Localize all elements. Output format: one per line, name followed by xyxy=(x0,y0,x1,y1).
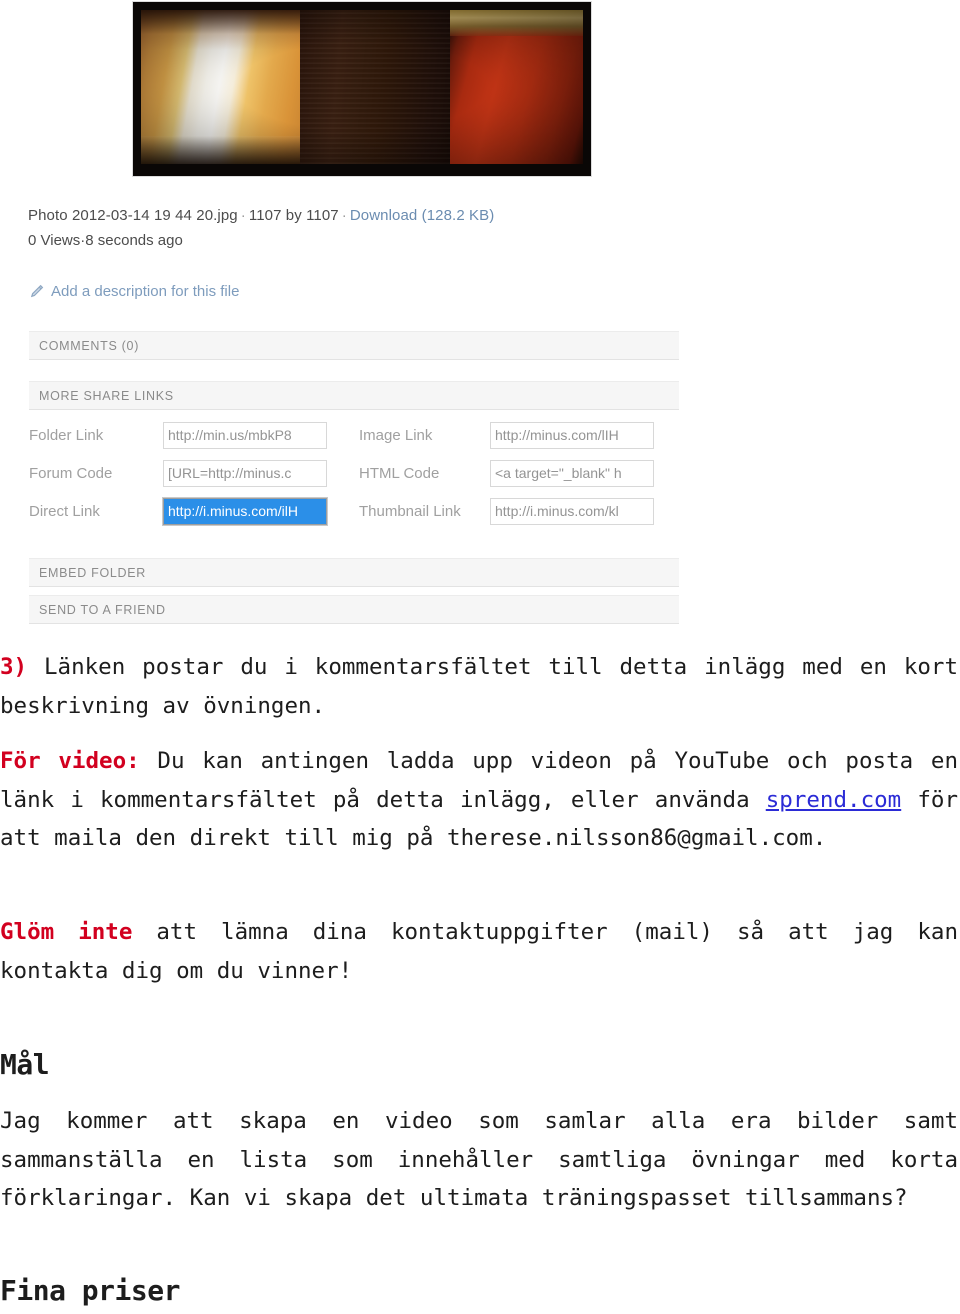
file-meta-line-1: Photo 2012-03-14 19 44 20.jpg · 1107 by 11… xyxy=(28,203,494,229)
forum-code-label: Forum Code xyxy=(29,464,113,482)
view-count: 0 Views xyxy=(28,232,81,249)
more-share-links-header[interactable]: MORE SHARE LINKS xyxy=(29,381,679,410)
for-video-lead: För video: xyxy=(0,748,140,774)
file-dimensions: 1107 by 1107 xyxy=(248,207,339,224)
share-cell-image-link: Image Link http://minus.com/lIH xyxy=(359,421,679,449)
html-code-label: HTML Code xyxy=(359,464,440,482)
folder-link-label: Folder Link xyxy=(29,426,104,444)
upload-time: 8 seconds ago xyxy=(85,232,183,249)
heading-mal: Mål xyxy=(0,1048,50,1081)
meta-separator: · xyxy=(341,207,347,224)
forum-code-input[interactable]: [URL=http://minus.c xyxy=(163,459,327,487)
pencil-icon xyxy=(29,284,44,299)
share-cell-forum-code: Forum Code [URL=http://minus.c xyxy=(29,459,359,487)
embed-folder-label: EMBED FOLDER xyxy=(39,565,147,580)
embed-folder-header[interactable]: EMBED FOLDER xyxy=(29,558,679,587)
comments-header-label: COMMENTS (0) xyxy=(39,338,140,353)
folder-link-input[interactable]: http://min.us/mbkP8 xyxy=(163,421,327,449)
heading-fina-priser: Fina priser xyxy=(0,1274,180,1307)
share-row: Folder Link http://min.us/mbkP8 Image Li… xyxy=(29,416,679,454)
glom-inte-lead: Glöm inte xyxy=(0,919,133,945)
uploaded-photo-preview[interactable] xyxy=(133,2,591,176)
glom-inte-text: att lämna dina kontaktuppgifter (mail) s… xyxy=(0,919,958,984)
add-description-row[interactable]: Add a description for this file xyxy=(29,283,239,300)
paragraph-for-video: För video: Du kan antingen ladda upp vid… xyxy=(0,742,958,858)
direct-link-input[interactable]: http://i.minus.com/ilH xyxy=(162,496,328,526)
share-links-grid: Folder Link http://min.us/mbkP8 Image Li… xyxy=(29,416,679,530)
share-cell-folder-link: Folder Link http://min.us/mbkP8 xyxy=(29,421,359,449)
more-share-links-label: MORE SHARE LINKS xyxy=(39,388,174,403)
image-link-label: Image Link xyxy=(359,426,433,444)
download-link[interactable]: Download (128.2 KB) xyxy=(350,207,494,224)
step-3-text: Länken postar du i kommentarsfältet till… xyxy=(0,654,958,719)
paragraph-glom-inte: Glöm inte att lämna dina kontaktuppgifte… xyxy=(0,913,958,990)
share-cell-thumbnail-link: Thumbnail Link http://i.minus.com/kl xyxy=(359,497,679,525)
meta-separator: · xyxy=(240,207,246,224)
paragraph-mal-body: Jag kommer att skapa en video som samlar… xyxy=(0,1108,958,1211)
step-number: 3) xyxy=(0,654,28,680)
minus-screenshot-region: Photo 2012-03-14 19 44 20.jpg · 1107 by 11… xyxy=(0,0,960,640)
file-name: Photo 2012-03-14 19 44 20.jpg xyxy=(28,207,238,224)
share-cell-html-code: HTML Code <a target="_blank" h xyxy=(359,459,679,487)
direct-link-selected-text: http://i.minus.com/ilH xyxy=(164,498,326,524)
add-description-label: Add a description for this file xyxy=(51,283,240,300)
image-link-input[interactable]: http://minus.com/lIH xyxy=(490,421,654,449)
paragraph-step-3: 3) Länken postar du i kommentarsfältet t… xyxy=(0,648,958,725)
share-row: Direct Link http://i.minus.com/ilH Thumb… xyxy=(29,492,679,530)
photo-image xyxy=(141,10,583,164)
send-to-friend-header[interactable]: SEND TO A FRIEND xyxy=(29,595,679,624)
share-row: Forum Code [URL=http://minus.c HTML Code… xyxy=(29,454,679,492)
photo-vignette xyxy=(141,10,583,164)
sprend-link[interactable]: sprend.com xyxy=(766,787,901,813)
comments-section-header[interactable]: COMMENTS (0) xyxy=(29,331,679,360)
direct-link-label: Direct Link xyxy=(29,502,100,520)
file-meta-line-2: 0 Views·8 seconds ago xyxy=(28,228,183,254)
share-cell-direct-link: Direct Link http://i.minus.com/ilH xyxy=(29,496,359,526)
thumbnail-link-label: Thumbnail Link xyxy=(359,502,461,520)
send-to-friend-label: SEND TO A FRIEND xyxy=(39,602,166,617)
html-code-input[interactable]: <a target="_blank" h xyxy=(490,459,654,487)
thumbnail-link-input[interactable]: http://i.minus.com/kl xyxy=(490,497,654,525)
